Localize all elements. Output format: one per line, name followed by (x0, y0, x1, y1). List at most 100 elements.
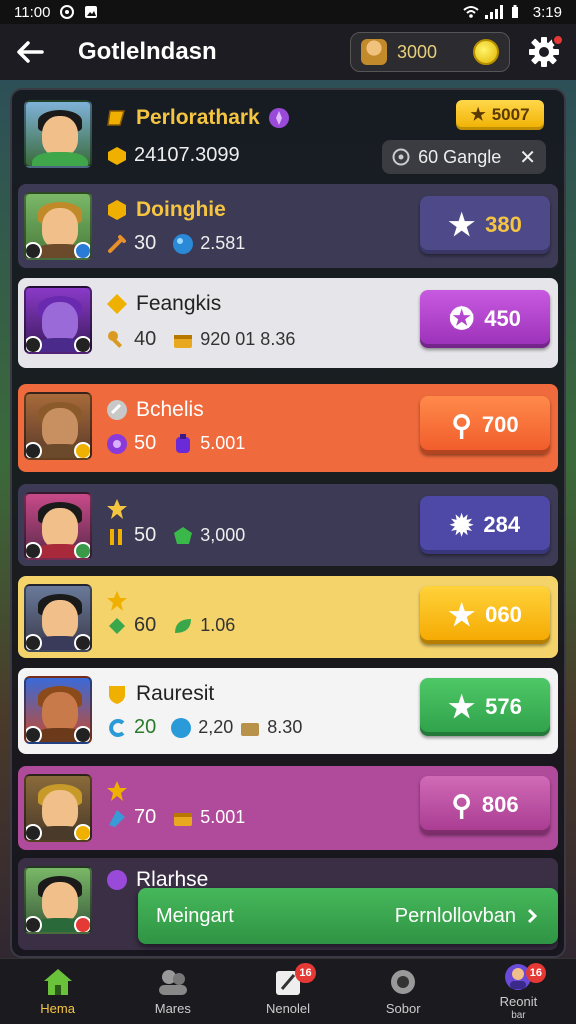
potion-icon (176, 433, 191, 453)
purple-gem-icon (268, 108, 289, 128)
star-icon (107, 591, 127, 611)
nav-home-label: Hema (40, 1001, 75, 1016)
star-icon (107, 499, 127, 519)
page-title: Gotlelndasn (78, 38, 217, 65)
row-action-button[interactable]: ✪ 450 (420, 290, 550, 348)
row-action-label: 380 (485, 212, 522, 237)
coin-value: 3000 (397, 41, 438, 62)
nav-profile-label: Reonit (499, 994, 538, 1009)
star-icon: ★ (448, 690, 476, 724)
star-icon: ★ (470, 105, 486, 124)
player-avatar (24, 286, 92, 354)
coin-icon (473, 39, 499, 65)
purple-gem-icon (107, 870, 127, 890)
leaderboard-row[interactable]: 60 1.06 ★ 060 (18, 576, 558, 658)
chest-icon (241, 722, 260, 736)
star-icon: ✪ (449, 302, 475, 336)
leaderboard-row[interactable]: Doinghie 30 2.581 ★ 380 (18, 184, 558, 268)
nav-profile-sublabel: bar (511, 1010, 526, 1021)
top-player-reward[interactable]: ★ 5007 (456, 100, 544, 130)
player-avatar (24, 192, 92, 260)
nav-home[interactable]: Hema (0, 959, 115, 1024)
leaderboard-row[interactable]: Rauresit 20 2,20 8.30 ★ 576 (18, 668, 558, 754)
close-icon[interactable]: ✕ (519, 145, 536, 170)
row-action-button[interactable]: ★ 576 (420, 678, 550, 736)
player-name: Bchelis (136, 398, 204, 421)
player-stat-1: 60 (134, 614, 157, 636)
player-stat-1: 20 (134, 716, 157, 738)
wifi-icon (463, 5, 479, 19)
row-action-label: 284 (483, 512, 521, 537)
row-action-label: 700 (481, 412, 519, 437)
player-stat-2: 1.06 (200, 615, 236, 635)
search-icon: ⚲ (451, 789, 472, 821)
camera-icon (386, 967, 420, 997)
ad-chip[interactable]: 60 Gangle ✕ (382, 140, 546, 174)
player-name: Rauresit (136, 682, 215, 705)
back-button[interactable] (12, 34, 48, 70)
emerald-icon (109, 617, 125, 634)
player-stat-2: 5.001 (200, 433, 246, 453)
promo-button[interactable]: Meingart Pernlollovban (138, 888, 558, 944)
player-stat-2: 2,20 (198, 717, 234, 737)
nav-friends[interactable]: Mares (115, 959, 230, 1024)
row-action-button[interactable]: ✹ 284 (420, 496, 550, 554)
player-stat-1: 50 (134, 432, 157, 454)
bottom-nav: Hema Mares Nenolel 16 Sobor Reonit bar 1… (0, 958, 576, 1024)
star-icon: ★ (448, 208, 476, 242)
key-icon (108, 330, 123, 348)
nav-profile-badge: 16 (525, 963, 547, 983)
crystal-icon (109, 809, 125, 827)
mini-avatar-icon (361, 39, 387, 65)
row-action-label: 450 (484, 306, 521, 331)
player-stat-3: 8.30 (267, 717, 303, 737)
arrow-left-icon (17, 41, 44, 63)
top-player-avatar (24, 100, 92, 168)
top-player-row[interactable]: Perlorathark 24107.3099 ★ 5007 60 Gangle… (18, 92, 558, 178)
leaderboard-row[interactable]: Bchelis 50 5.001 ⚲ 700 (18, 384, 558, 472)
nav-quest[interactable]: Nenolel 16 (230, 959, 345, 1024)
status-time: 11:00 (14, 3, 51, 21)
row-action-button[interactable]: ⚲ 700 (420, 396, 550, 454)
nav-camera[interactable]: Sobor (346, 959, 461, 1024)
row-action-label: 576 (485, 694, 522, 719)
chevron-right-icon (527, 908, 538, 924)
leaderboard-row[interactable]: 50 3,000 ✹ 284 (18, 484, 558, 566)
image-icon (84, 5, 98, 19)
player-stat-2: 920 01 8.36 (200, 329, 296, 349)
row-action-button[interactable]: ⚲ 806 (420, 776, 550, 834)
player-name: Doinghie (136, 198, 226, 221)
player-avatar (24, 584, 92, 652)
row-action-label: 806 (481, 792, 519, 817)
swirl-icon (109, 718, 125, 737)
player-avatar (24, 676, 92, 744)
chest-icon (174, 334, 193, 348)
nav-quest-label: Nenolel (265, 1001, 311, 1016)
player-stat-2: 5.001 (200, 807, 246, 827)
top-player-score: 24107.3099 (134, 144, 240, 166)
row-action-button[interactable]: ★ 380 (420, 196, 550, 254)
coin-balance[interactable]: 3000 (350, 32, 510, 72)
nav-profile[interactable]: Reonit bar 16 (461, 959, 576, 1024)
row-action-button[interactable]: ★ 060 (420, 586, 550, 644)
leaderboard-row[interactable]: 70 5.001 ⚲ 806 (18, 766, 558, 850)
player-avatar (24, 492, 92, 560)
nav-quest-badge: 16 (295, 963, 316, 983)
settings-badge (552, 34, 564, 46)
leaderboard-row[interactable]: Feangkis 40 920 01 8.36 ✪ 450 (18, 278, 558, 368)
ad-chip-label: 60 Gangle (418, 146, 502, 167)
sword-icon (108, 234, 126, 253)
top-player-reward-label: 5007 (491, 105, 530, 124)
blue-gem-icon (173, 233, 194, 254)
player-name: Feangkis (136, 292, 222, 315)
signal-icon (484, 5, 503, 19)
purple-orb-icon (107, 433, 127, 454)
nav-friends-label: Mares (154, 1001, 191, 1016)
player-stat-2: 2.581 (200, 233, 246, 253)
app-bar: Gotlelndasn 3000 (0, 24, 576, 80)
promo-left-label: Meingart (156, 904, 234, 927)
shield-icon (109, 686, 125, 704)
chest-icon (174, 812, 193, 826)
settings-button[interactable] (524, 32, 564, 72)
promo-right-label: Pernlollovban (394, 904, 516, 927)
